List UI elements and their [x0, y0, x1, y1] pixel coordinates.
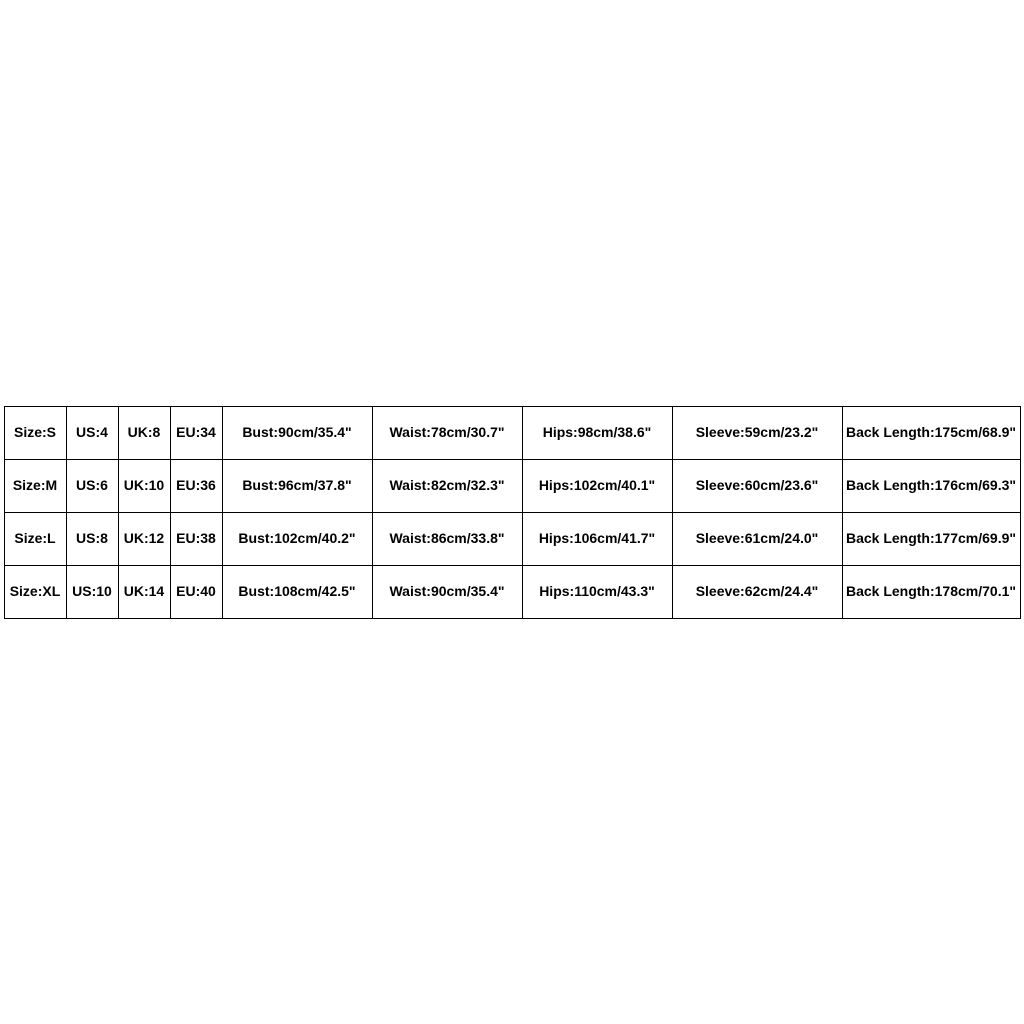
- cell-us: US:6: [66, 459, 118, 512]
- cell-uk: UK:10: [118, 459, 170, 512]
- size-chart-table: Size:S US:4 UK:8 EU:34 Bust:90cm/35.4" W…: [4, 406, 1021, 619]
- cell-bust: Bust:102cm/40.2": [222, 512, 372, 565]
- cell-hips: Hips:98cm/38.6": [522, 406, 672, 459]
- table-row: Size:XL US:10 UK:14 EU:40 Bust:108cm/42.…: [4, 565, 1020, 618]
- cell-size: Size:L: [4, 512, 66, 565]
- cell-size: Size:M: [4, 459, 66, 512]
- cell-back: Back Length:175cm/68.9": [842, 406, 1020, 459]
- cell-hips: Hips:106cm/41.7": [522, 512, 672, 565]
- cell-uk: UK:14: [118, 565, 170, 618]
- cell-eu: EU:36: [170, 459, 222, 512]
- cell-size: Size:S: [4, 406, 66, 459]
- cell-back: Back Length:176cm/69.3": [842, 459, 1020, 512]
- cell-eu: EU:40: [170, 565, 222, 618]
- cell-waist: Waist:82cm/32.3": [372, 459, 522, 512]
- cell-sleeve: Sleeve:59cm/23.2": [672, 406, 842, 459]
- cell-bust: Bust:90cm/35.4": [222, 406, 372, 459]
- cell-sleeve: Sleeve:61cm/24.0": [672, 512, 842, 565]
- cell-uk: UK:8: [118, 406, 170, 459]
- cell-hips: Hips:110cm/43.3": [522, 565, 672, 618]
- cell-sleeve: Sleeve:62cm/24.4": [672, 565, 842, 618]
- cell-bust: Bust:96cm/37.8": [222, 459, 372, 512]
- cell-sleeve: Sleeve:60cm/23.6": [672, 459, 842, 512]
- cell-bust: Bust:108cm/42.5": [222, 565, 372, 618]
- cell-waist: Waist:90cm/35.4": [372, 565, 522, 618]
- cell-waist: Waist:78cm/30.7": [372, 406, 522, 459]
- cell-size: Size:XL: [4, 565, 66, 618]
- cell-eu: EU:34: [170, 406, 222, 459]
- cell-us: US:8: [66, 512, 118, 565]
- table-row: Size:L US:8 UK:12 EU:38 Bust:102cm/40.2"…: [4, 512, 1020, 565]
- cell-waist: Waist:86cm/33.8": [372, 512, 522, 565]
- cell-eu: EU:38: [170, 512, 222, 565]
- cell-back: Back Length:178cm/70.1": [842, 565, 1020, 618]
- cell-back: Back Length:177cm/69.9": [842, 512, 1020, 565]
- table-row: Size:M US:6 UK:10 EU:36 Bust:96cm/37.8" …: [4, 459, 1020, 512]
- table-row: Size:S US:4 UK:8 EU:34 Bust:90cm/35.4" W…: [4, 406, 1020, 459]
- cell-uk: UK:12: [118, 512, 170, 565]
- cell-us: US:4: [66, 406, 118, 459]
- cell-hips: Hips:102cm/40.1": [522, 459, 672, 512]
- cell-us: US:10: [66, 565, 118, 618]
